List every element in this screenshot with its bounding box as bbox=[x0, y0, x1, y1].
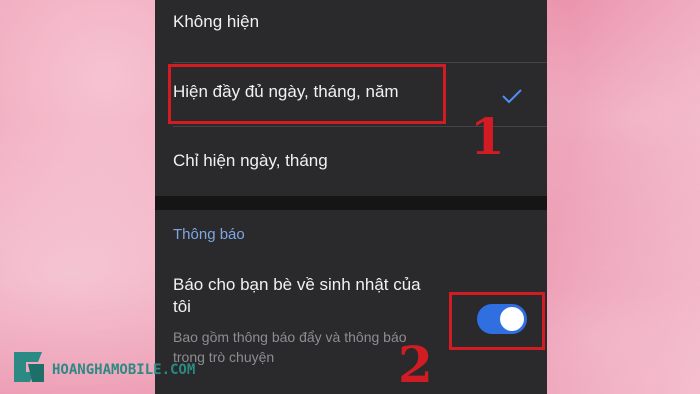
highlight-box-step2 bbox=[449, 292, 545, 350]
step-number-1: 1 bbox=[470, 107, 505, 166]
watermark-text: HOANGHAMOBILE.COM bbox=[52, 362, 196, 378]
check-icon bbox=[502, 89, 522, 104]
section-gap bbox=[155, 196, 547, 210]
option-label: Không hiện bbox=[173, 12, 260, 31]
option-label: Chỉ hiện ngày, tháng bbox=[173, 151, 328, 170]
section-title: Thông báo bbox=[173, 226, 245, 243]
divider bbox=[173, 62, 547, 63]
notify-birthday-subtitle: Bao gồm thông báo đẩy và thông báo trong… bbox=[173, 329, 407, 365]
hoangha-logo-icon bbox=[14, 352, 44, 382]
option-khong-hien[interactable]: Không hiện bbox=[155, 12, 547, 42]
highlight-box-step1 bbox=[168, 64, 446, 124]
step-number-2: 2 bbox=[398, 335, 433, 394]
notify-birthday-title: Báo cho bạn bè về sinh nhật của tôi bbox=[173, 275, 421, 316]
